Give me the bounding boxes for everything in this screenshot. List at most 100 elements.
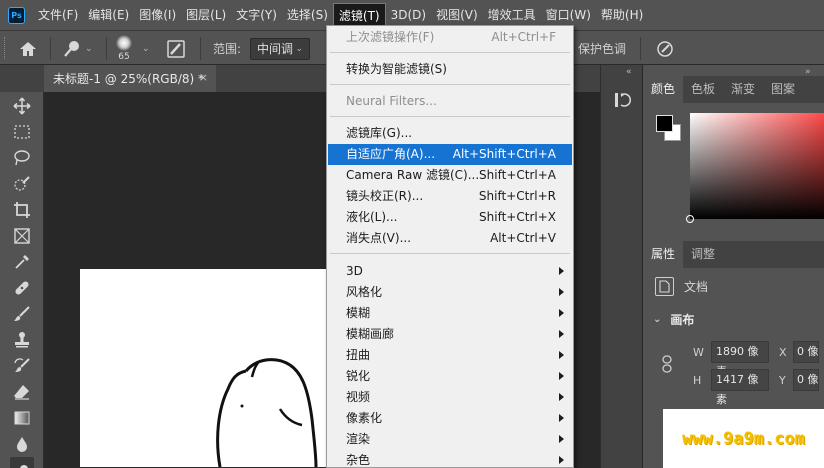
menu-item-label: 渲染: [346, 432, 371, 446]
menu-item-filter-gallery[interactable]: 滤镜库(G)...: [328, 123, 572, 144]
menu-layer[interactable]: 图层(L): [181, 3, 231, 27]
document-label: 文档: [684, 280, 709, 294]
history-panel-button[interactable]: [611, 89, 633, 111]
menu-item-shortcut: Shift+Ctrl+X: [479, 210, 556, 224]
brush-picker-arrow[interactable]: ⌄: [142, 31, 150, 66]
eraser-tool[interactable]: [10, 381, 34, 403]
menu-item-label: 风格化: [346, 285, 383, 299]
home-button[interactable]: [18, 31, 38, 66]
brush-settings-icon: [167, 39, 185, 58]
menu-image[interactable]: 图像(I): [134, 3, 181, 27]
submenu-arrow-icon: [559, 372, 564, 380]
quick-select-tool[interactable]: [10, 173, 34, 195]
document-canvas[interactable]: [80, 269, 340, 467]
collapse-dock-icon[interactable]: «: [626, 67, 632, 77]
menu-item-lens-correction[interactable]: 镜头校正(R)... Shift+Ctrl+R: [328, 186, 572, 207]
brush-settings-button[interactable]: [166, 31, 186, 66]
submenu-arrow-icon: [559, 267, 564, 275]
menu-item-shortcut: Alt+Ctrl+F: [491, 30, 556, 44]
chevron-down-icon: ⌄: [295, 43, 303, 54]
menu-type[interactable]: 文字(Y): [231, 3, 282, 27]
menu-edit[interactable]: 编辑(E): [83, 3, 134, 27]
dodge-tool[interactable]: [10, 457, 34, 468]
width-input[interactable]: 1890 像素: [711, 341, 769, 378]
tab-patterns[interactable]: 图案: [763, 76, 803, 103]
lasso-icon: [14, 150, 30, 166]
height-input[interactable]: 1417 像素: [711, 369, 769, 406]
y-label: Y: [779, 373, 786, 387]
eraser-icon: [14, 385, 29, 400]
menu-select[interactable]: 选择(S): [282, 3, 333, 27]
brush-tool[interactable]: [10, 303, 34, 325]
move-tool[interactable]: [10, 95, 34, 117]
tab-color[interactable]: 颜色: [643, 76, 684, 103]
chevron-down-icon: ⌄: [85, 43, 93, 54]
marquee-tool[interactable]: [10, 121, 34, 143]
menu-item-noise[interactable]: 杂色: [328, 450, 572, 468]
pressure-icon: [657, 40, 673, 57]
document-tab[interactable]: 未标题-1 @ 25%(RGB/8) * ×: [44, 65, 216, 92]
photoshop-logo[interactable]: Ps: [8, 6, 25, 24]
healing-brush-tool[interactable]: [10, 277, 34, 299]
menu-plugins[interactable]: 增效工具: [483, 3, 541, 27]
menu-item-convert-smart-filter[interactable]: 转换为智能滤镜(S): [328, 59, 572, 80]
brush-picker[interactable]: 65: [116, 31, 132, 66]
menu-item-pixelate[interactable]: 像素化: [328, 408, 572, 429]
tab-adjustments[interactable]: 调整: [683, 241, 723, 268]
eyedropper-tool[interactable]: [10, 251, 34, 273]
menu-item-stylize[interactable]: 风格化: [328, 282, 572, 303]
tab-swatches[interactable]: 色板: [683, 76, 723, 103]
menu-item-label: 消失点(V)...: [346, 231, 412, 245]
x-input[interactable]: 0 像素: [793, 341, 819, 363]
menu-filter[interactable]: 滤镜(T): [332, 3, 386, 27]
menu-item-neural-filters[interactable]: Neural Filters...: [328, 91, 572, 112]
menu-item-liquify[interactable]: 液化(L)... Shift+Ctrl+X: [328, 207, 572, 228]
link-icon[interactable]: [661, 355, 673, 376]
menu-item-sharpen[interactable]: 锐化: [328, 366, 572, 387]
document-properties-header: 文档: [655, 277, 708, 296]
drop-icon: [17, 437, 27, 452]
tools-panel: »: [0, 65, 44, 468]
tab-gradients[interactable]: 渐变: [723, 76, 763, 103]
tool-preset-picker[interactable]: ⌄: [62, 31, 93, 66]
blur-tool[interactable]: [10, 433, 34, 455]
protect-tones-label[interactable]: 保护色调: [578, 31, 626, 66]
menu-item-video[interactable]: 视频: [328, 387, 572, 408]
pressure-button[interactable]: [655, 31, 675, 66]
menu-item-label: 自适应广角(A)...: [346, 147, 436, 161]
canvas-section-header[interactable]: ⌄ 画布: [653, 311, 694, 328]
bandage-icon: [15, 281, 29, 295]
menu-help[interactable]: 帮助(H): [596, 3, 648, 27]
menu-item-camera-raw[interactable]: Camera Raw 滤镜(C)... Shift+Ctrl+A: [328, 165, 572, 186]
lasso-tool[interactable]: [10, 147, 34, 169]
crop-icon: [14, 202, 30, 218]
menu-item-adaptive-wide-angle[interactable]: 自适应广角(A)... Alt+Shift+Ctrl+A: [328, 144, 572, 165]
menu-view[interactable]: 视图(V): [431, 3, 483, 27]
frame-tool[interactable]: [10, 225, 34, 247]
menu-3d[interactable]: 3D(D): [386, 3, 431, 27]
menu-item-label: 像素化: [346, 411, 383, 425]
menu-item-vanishing-point[interactable]: 消失点(V)... Alt+Ctrl+V: [328, 228, 572, 249]
y-input[interactable]: 0 像素: [793, 369, 819, 391]
menu-item-blur-gallery[interactable]: 模糊画廊: [328, 324, 572, 345]
chevron-down-icon: ⌄: [142, 43, 150, 54]
menu-item-last-filter[interactable]: 上次滤镜操作(F) Alt+Ctrl+F: [328, 27, 572, 48]
menu-item-render[interactable]: 渲染: [328, 429, 572, 450]
history-brush-tool[interactable]: [10, 355, 34, 377]
foreground-color-swatch[interactable]: [656, 115, 673, 132]
gradient-tool[interactable]: [10, 407, 34, 429]
options-grip[interactable]: [4, 37, 7, 59]
menu-window[interactable]: 窗口(W): [541, 3, 596, 27]
crop-tool[interactable]: [10, 199, 34, 221]
close-icon[interactable]: ×: [199, 71, 208, 84]
dodge-tool-icon: [64, 40, 79, 57]
menu-item-3d[interactable]: 3D: [328, 261, 572, 282]
menu-item-distort[interactable]: 扭曲: [328, 345, 572, 366]
color-field[interactable]: [686, 113, 824, 223]
tab-properties[interactable]: 属性: [643, 241, 684, 268]
menu-item-blur[interactable]: 模糊: [328, 303, 572, 324]
range-select[interactable]: 中间调 ⌄: [250, 37, 310, 60]
brush-size: 65: [118, 52, 130, 62]
menu-file[interactable]: 文件(F): [33, 3, 83, 27]
clone-stamp-tool[interactable]: [10, 329, 34, 351]
